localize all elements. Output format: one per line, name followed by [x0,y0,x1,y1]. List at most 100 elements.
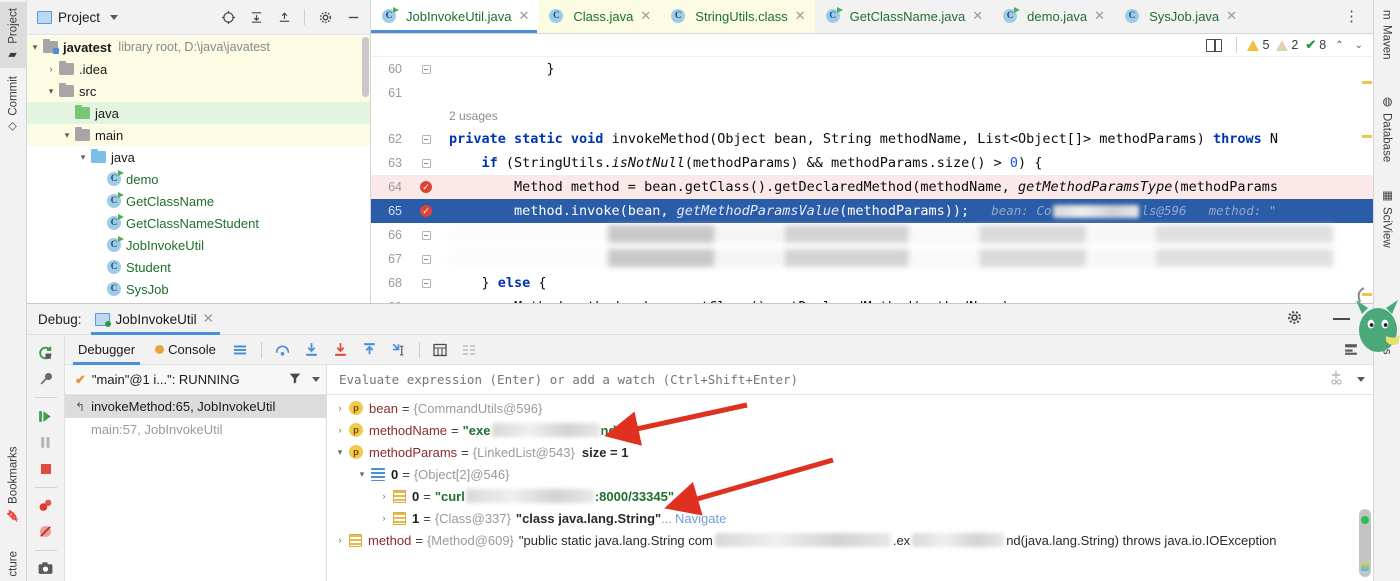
fold-marker[interactable] [411,64,441,74]
expand-all-icon[interactable] [245,6,267,28]
chevron-down-icon[interactable]: ▾ [27,42,43,52]
code-line-68[interactable]: 68 } else { [371,271,1373,295]
project-tree-scrollbar[interactable] [362,37,369,98]
fold-marker[interactable] [411,278,441,288]
var-method[interactable]: › method = {Method@609} "public static j… [327,529,1373,551]
chevron-right-icon[interactable]: › [331,425,349,435]
chevron-right-icon[interactable]: › [375,491,393,501]
evaluate-expression-row[interactable] [327,365,1373,395]
force-step-into-icon[interactable] [327,337,354,363]
close-icon[interactable]: ✕ [519,8,530,24]
evaluate-expression-input[interactable] [337,371,1323,388]
close-icon[interactable]: ✕ [1094,8,1105,24]
tree-node-student[interactable]: C Student [27,256,370,278]
chevron-down-icon[interactable]: ⌄ [1353,40,1365,51]
sidebar-tab-project[interactable]: ▰ Project [0,2,27,68]
locate-icon[interactable] [217,6,239,28]
var-element-0[interactable]: ▾ 0 = {Object[2]@546} [327,463,1373,485]
chevron-down-icon[interactable] [312,377,320,382]
var-methodname[interactable]: › p methodName = "exe nd" [327,419,1373,441]
step-out-icon[interactable] [356,337,383,363]
code-line-67[interactable]: 67 [371,247,1373,271]
close-icon[interactable]: ✕ [972,8,983,24]
variables-scrollbar[interactable] [1359,509,1371,577]
editor-tab-getclassname[interactable]: C GetClassName.java ✕ [815,0,993,33]
resume-program-icon[interactable] [31,404,61,428]
editor-tab-jobinvokeutil[interactable]: C JobInvokeUtil.java ✕ [371,0,539,33]
close-icon[interactable]: ✕ [1226,8,1237,24]
fold-marker[interactable] [411,254,441,264]
step-into-icon[interactable] [298,337,325,363]
chevron-down-icon[interactable]: ▾ [353,469,371,480]
minimize-icon[interactable] [1333,318,1350,320]
code-line-69[interactable]: 69 Method method = bean.getClass().getDe… [371,295,1373,303]
view-breakpoints-icon[interactable] [31,494,61,518]
close-icon[interactable]: ✕ [795,8,806,24]
gear-icon[interactable] [314,6,336,28]
chevron-down-icon[interactable]: ▾ [75,152,91,162]
tree-node-getclassnamestudent[interactable]: C GetClassNameStudent [27,212,370,234]
minimize-icon[interactable] [342,6,364,28]
var-methodparams[interactable]: ▾ p methodParams = {LinkedList@543} size… [327,441,1373,463]
editor-tab-demo[interactable]: C demo.java ✕ [992,0,1114,33]
evaluate-expression-icon[interactable] [427,337,454,363]
tree-node-javatest[interactable]: ▾ javatest library root, D:\java\javates… [27,36,370,59]
screenshot-icon[interactable] [31,557,61,581]
project-tree[interactable]: ▾ javatest library root, D:\java\javates… [27,35,370,303]
editor-tab-class[interactable]: C Class.java ✕ [538,0,661,33]
tree-node-src[interactable]: ▾ src [27,80,370,103]
tree-node-java-pkg[interactable]: ▾ java [27,146,370,168]
stop-icon[interactable] [31,457,61,481]
tree-node-idea[interactable]: › .idea [27,58,370,81]
tree-node-getclassname[interactable]: C GetClassName [27,190,370,212]
run-to-cursor-icon[interactable] [385,337,412,363]
layout-icon[interactable] [227,337,254,363]
settings-layout-icon[interactable] [1338,337,1365,363]
code-line-64[interactable]: 64 Method method = bean.getClass().getDe… [371,175,1373,200]
sidebar-tab-commit[interactable]: ◇ Commit [0,70,27,140]
kebab-menu-icon[interactable]: ⋮ [1338,9,1365,24]
sidebar-tab-structure[interactable]: cture [0,545,27,581]
book-icon[interactable] [1206,38,1223,52]
project-view-selector-icon[interactable] [110,14,119,20]
fold-marker[interactable] [411,134,441,144]
chevron-right-icon[interactable]: › [331,535,349,545]
warnings-count[interactable]: 5 [1247,38,1269,52]
editor-tab-stringutils[interactable]: C StringUtils.class ✕ [660,0,815,33]
var-bean[interactable]: › p bean = {CommandUtils@596} [327,397,1373,419]
add-watch-icon[interactable] [1329,369,1347,391]
code-line-63[interactable]: 63 if (StringUtils.isNotNull(methodParam… [371,151,1373,175]
chevron-up-icon[interactable]: ⌃ [1333,40,1345,51]
var-element-0-1[interactable]: › 1 = {Class@337} "class java.lang.Strin… [327,507,1373,529]
filter-icon[interactable] [288,371,302,388]
close-icon[interactable]: ✕ [640,8,651,24]
frame-main[interactable]: main:57, JobInvokeUtil [65,418,326,441]
thread-selector[interactable]: ✔ "main"@1 i...": RUNNING [65,365,326,395]
tab-debugger[interactable]: Debugger [69,335,144,365]
breakpoint-icon[interactable] [411,181,441,194]
settings-wrench-icon[interactable] [31,367,61,391]
code-line-62[interactable]: 62 private static void invokeMethod(Obje… [371,127,1373,151]
sidebar-tab-notifications[interactable]: ons [1373,330,1400,361]
code-line-60[interactable]: 60 } [371,57,1373,81]
tree-node-sysjob[interactable]: C SysJob [27,278,370,300]
debug-session-tab[interactable]: JobInvokeUtil ✕ [90,304,221,335]
chevron-down-icon[interactable]: ▾ [59,130,75,140]
show-frames-icon[interactable] [456,337,483,363]
chevron-down-icon[interactable] [1357,377,1365,382]
weak-warnings-count[interactable]: 2 [1276,38,1298,52]
step-over-icon[interactable] [269,337,296,363]
pause-program-icon[interactable] [31,430,61,454]
sidebar-tab-database[interactable]: ◍ Database [1373,88,1400,168]
chevron-down-icon[interactable]: ▾ [331,447,349,458]
chevron-right-icon[interactable]: › [375,513,393,523]
mute-breakpoints-icon[interactable] [31,520,61,544]
breakpoint-icon[interactable] [411,205,441,218]
tree-node-jobinvokeutil[interactable]: C JobInvokeUtil [27,234,370,256]
sidebar-tab-maven[interactable]: m Maven [1373,4,1400,65]
rerun-icon[interactable] [31,341,61,365]
chevron-right-icon[interactable]: › [43,64,59,74]
code-line-65[interactable]: 65 method.invoke(bean, getMethodParamsVa… [371,199,1373,224]
editor-tab-sysjob[interactable]: C SysJob.java ✕ [1114,0,1246,33]
frame-invokemethod[interactable]: ↰ invokeMethod:65, JobInvokeUtil [65,395,326,418]
